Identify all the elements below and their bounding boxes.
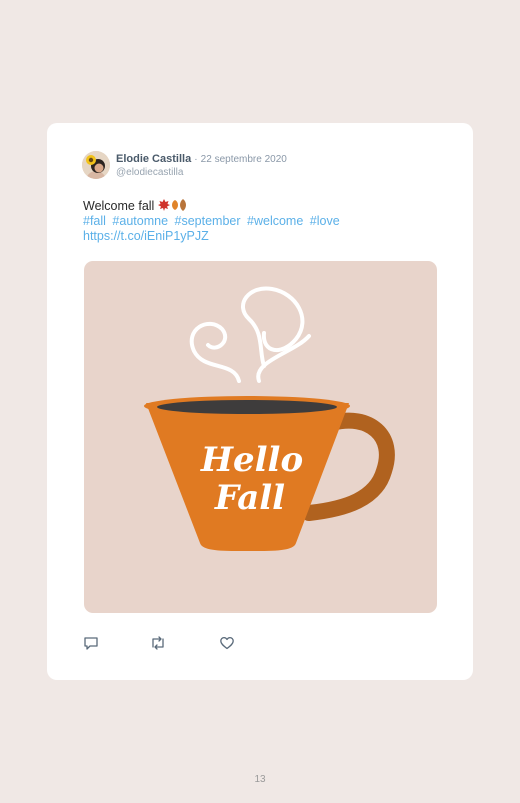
avatar[interactable] [82, 151, 110, 179]
steam-swirls [189, 286, 311, 383]
coffee-cup-illustration: Hello Fall [144, 286, 395, 551]
hashtag-link[interactable]: #love [310, 214, 340, 228]
retweet-icon[interactable] [150, 635, 166, 651]
leaf-emoji-icons [157, 199, 186, 211]
coffee-surface [157, 400, 337, 414]
date-separator: · [194, 154, 198, 165]
tweet-link[interactable]: https://t.co/iEniP1yPJZ [83, 229, 209, 244]
author-name[interactable]: Elodie Castilla [116, 153, 191, 165]
tweet-text: Welcome fall [83, 198, 188, 214]
cup-text-line-2: Fall [214, 478, 285, 518]
hashtag-link[interactable]: #september [175, 214, 241, 228]
author-line: Elodie Castilla · 22 septembre 2020 [116, 153, 287, 165]
tweet-date[interactable]: 22 septembre 2020 [201, 154, 287, 165]
tweet-image[interactable]: Hello Fall [84, 261, 437, 613]
avatar-image [82, 151, 110, 179]
tweet-header: Elodie Castilla · 22 septembre 2020 @elo… [82, 151, 462, 183]
hashtag-link[interactable]: #welcome [247, 214, 303, 228]
tweet-card: Elodie Castilla · 22 septembre 2020 @elo… [47, 123, 473, 680]
tweet-text-content: Welcome fall [83, 199, 155, 213]
cup-text-line-1: Hello [200, 440, 303, 480]
hashtags: #fall #automne #september #welcome #love [83, 214, 343, 229]
page-number: 13 [254, 774, 266, 785]
reply-icon[interactable] [83, 635, 99, 651]
tweet-actions [83, 635, 283, 651]
author-handle[interactable]: @elodiecastilla [116, 167, 183, 178]
like-icon[interactable] [219, 635, 235, 651]
hashtag-link[interactable]: #automne [112, 214, 168, 228]
hashtag-link[interactable]: #fall [83, 214, 106, 228]
